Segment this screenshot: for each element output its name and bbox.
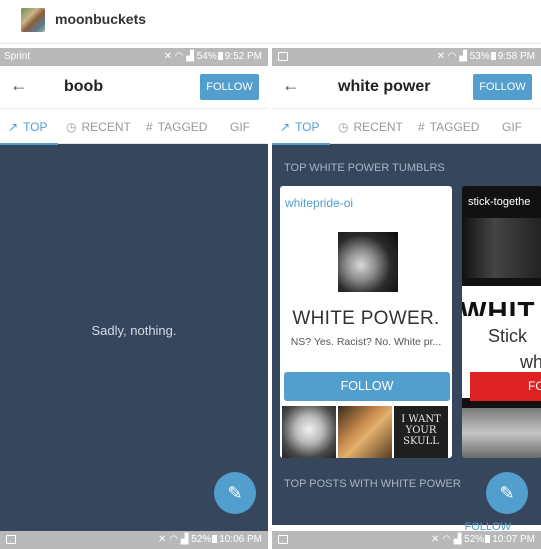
active-tab-indicator (0, 143, 58, 145)
battery-icon (212, 535, 218, 543)
tab-gif[interactable]: GIF (502, 120, 522, 134)
blog-avatar (338, 232, 398, 292)
tab-recent[interactable]: ◷ RECENT (338, 120, 403, 134)
blog-header-image (462, 218, 541, 278)
blog-card[interactable]: whitepride-oi WHITE POWER. NS? Yes. Raci… (280, 186, 452, 458)
section-top-tumblrs: TOP WHITE POWER TUMBLRS (284, 162, 445, 174)
status-icons: ✕ ◠ ▟ (158, 534, 192, 545)
hash-icon: # (418, 120, 425, 134)
blog-name[interactable]: stick-togethe (468, 196, 530, 208)
bottom-status-bar: ✕ ◠ ▟ 52% 10:07 PM (272, 531, 541, 549)
image-notification-icon (278, 535, 288, 544)
tab-tagged[interactable]: # TAGGED (418, 120, 479, 134)
section-top-posts: TOP POSTS WITH WHITE POWER (284, 478, 461, 490)
pencil-icon: ✎ (499, 483, 515, 503)
status-bar: ✕ ◠ ▟ 53% 9:58 PM (272, 48, 541, 66)
app-bar: ← white power FOLLOW (272, 66, 541, 108)
hash-icon: # (146, 120, 153, 134)
clock-icon: ◷ (338, 120, 349, 134)
status-time: 9:52 PM (224, 51, 262, 62)
status-right: ✕ ◠ ▟ 54% 9:52 PM (164, 51, 262, 62)
battery-icon (485, 535, 491, 543)
avatar[interactable] (21, 8, 45, 32)
follow-button[interactable]: FOLLOW (473, 74, 532, 100)
back-arrow-icon[interactable]: ← (282, 75, 300, 96)
status-bar: Sprint ✕ ◠ ▟ 54% 9:52 PM (0, 48, 268, 66)
left-phone-screenshot: Sprint ✕ ◠ ▟ 54% 9:52 PM ← boob FOLLOW ↗ T… (0, 48, 268, 549)
status-icons: ✕ ◠ ▟ (163, 51, 197, 62)
post-username[interactable]: moonbuckets (55, 11, 146, 27)
follow-button[interactable]: FOLLOW (200, 74, 259, 100)
blog-card[interactable]: stick-togethe WHIT Stick wh FO (462, 186, 541, 458)
card-follow-button[interactable]: FO (470, 372, 541, 401)
status-right: ✕ ◠ ▟ 52% 10:06 PM (158, 534, 262, 545)
search-title: white power (338, 78, 431, 95)
status-right: ✕ ◠ ▟ 53% 9:58 PM (436, 51, 535, 62)
card-follow-button[interactable]: FOLLOW (284, 372, 450, 401)
right-phone-screenshot: ✕ ◠ ▟ 53% 9:58 PM ← white power FOLLOW ↗ T… (272, 48, 541, 549)
search-title: boob (64, 78, 104, 95)
compose-fab[interactable]: ✎ (214, 472, 256, 514)
app-bar: ← boob FOLLOW (0, 66, 268, 108)
trending-icon: ↗ (280, 120, 291, 134)
tab-gif[interactable]: GIF (230, 120, 250, 134)
post-thumbnail[interactable] (282, 406, 336, 458)
back-arrow-icon[interactable]: ← (10, 75, 28, 96)
battery-icon (217, 52, 223, 60)
trending-icon: ↗ (8, 120, 19, 134)
compose-fab[interactable]: ✎ (486, 472, 528, 514)
tab-bar: ↗ TOP ◷ RECENT # TAGGED GIF (0, 108, 268, 145)
status-right: ✕ ◠ ▟ 52% 10:07 PM (431, 534, 535, 545)
battery-percent: 54% (196, 51, 217, 62)
post-header: moonbuckets (0, 0, 541, 44)
blog-description: NS? Yes. Racist? No. White pr... (290, 336, 442, 348)
status-icons: ✕ ◠ ▟ (436, 51, 470, 62)
tab-recent[interactable]: ◷ RECENT (66, 120, 131, 134)
blog-name[interactable]: whitepride-oi (285, 196, 353, 210)
active-tab-indicator (272, 143, 330, 145)
bottom-status-bar: ✕ ◠ ▟ 52% 10:06 PM (0, 531, 268, 549)
tab-top[interactable]: ↗ TOP (280, 120, 320, 134)
blog-title: WHITE POWER. (292, 308, 440, 329)
post-thumbnail[interactable]: I WANT YOUR SKULL (394, 406, 448, 458)
battery-icon (490, 52, 496, 60)
post-thumbnail[interactable] (462, 408, 541, 458)
carrier-label: Sprint (4, 51, 31, 62)
pencil-icon: ✎ (227, 483, 243, 503)
clock-icon: ◷ (66, 120, 77, 134)
status-icons: ✕ ◠ ▟ (431, 534, 465, 545)
image-notification-icon (278, 52, 288, 61)
tab-top[interactable]: ↗ TOP (8, 120, 48, 134)
image-notification-icon (6, 535, 16, 544)
tab-bar: ↗ TOP ◷ RECENT # TAGGED GIF (272, 108, 541, 145)
tab-tagged[interactable]: # TAGGED (146, 120, 207, 134)
empty-state-text: Sadly, nothing. (91, 323, 177, 338)
post-thumbnail[interactable] (338, 406, 392, 458)
